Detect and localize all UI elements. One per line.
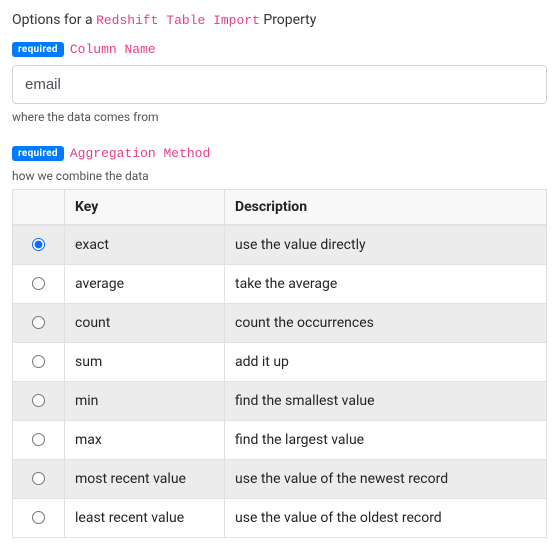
table-cell-description: find the smallest value <box>225 382 547 421</box>
heading-code: Redshift Table Import <box>96 13 260 28</box>
required-badge: required <box>12 42 64 57</box>
table-cell-description: use the value of the newest record <box>225 460 547 499</box>
table-row: countcount the occurrences <box>13 304 547 343</box>
table-header-description: Description <box>225 190 547 226</box>
aggregation-radio[interactable] <box>32 277 45 290</box>
table-row: minfind the smallest value <box>13 382 547 421</box>
table-cell-description: count the occurrences <box>225 304 547 343</box>
aggregation-radio[interactable] <box>32 433 45 446</box>
heading-suffix: Property <box>260 12 316 28</box>
aggregation-label-row: required Aggregation Method <box>12 146 547 161</box>
table-cell-key: min <box>65 382 225 421</box>
column-name-input[interactable] <box>12 65 547 104</box>
table-row: most recent valueuse the value of the ne… <box>13 460 547 499</box>
table-row: maxfind the largest value <box>13 421 547 460</box>
table-header-row: Key Description <box>13 190 547 226</box>
aggregation-help: how we combine the data <box>12 169 547 183</box>
aggregation-radio[interactable] <box>32 355 45 368</box>
table-row: sumadd it up <box>13 343 547 382</box>
table-cell-description: find the largest value <box>225 421 547 460</box>
column-name-help: where the data comes from <box>12 110 547 124</box>
table-row: least recent valueuse the value of the o… <box>13 499 547 538</box>
table-cell-key: count <box>65 304 225 343</box>
aggregation-label: Aggregation Method <box>70 146 210 161</box>
table-cell-radio <box>13 421 65 460</box>
table-cell-key: least recent value <box>65 499 225 538</box>
table-cell-description: add it up <box>225 343 547 382</box>
table-cell-radio <box>13 304 65 343</box>
column-name-label: Column Name <box>70 42 156 57</box>
table-cell-radio <box>13 499 65 538</box>
table-cell-key: sum <box>65 343 225 382</box>
aggregation-table: Key Description exactuse the value direc… <box>12 189 547 538</box>
table-cell-description: use the value directly <box>225 225 547 265</box>
table-cell-key: max <box>65 421 225 460</box>
table-header-radio <box>13 190 65 226</box>
table-cell-description: take the average <box>225 265 547 304</box>
table-cell-description: use the value of the oldest record <box>225 499 547 538</box>
aggregation-radio[interactable] <box>32 472 45 485</box>
required-badge: required <box>12 146 64 161</box>
column-name-label-row: required Column Name <box>12 42 547 57</box>
aggregation-radio[interactable] <box>32 316 45 329</box>
aggregation-radio[interactable] <box>32 394 45 407</box>
aggregation-radio[interactable] <box>32 238 45 251</box>
table-cell-key: exact <box>65 225 225 265</box>
table-cell-radio <box>13 343 65 382</box>
table-cell-radio <box>13 265 65 304</box>
table-cell-key: most recent value <box>65 460 225 499</box>
page-title: Options for a Redshift Table Import Prop… <box>12 12 547 28</box>
table-cell-radio <box>13 382 65 421</box>
table-header-key: Key <box>65 190 225 226</box>
aggregation-radio[interactable] <box>32 511 45 524</box>
table-cell-radio <box>13 225 65 265</box>
table-row: averagetake the average <box>13 265 547 304</box>
table-row: exactuse the value directly <box>13 225 547 265</box>
table-cell-key: average <box>65 265 225 304</box>
heading-prefix: Options for a <box>12 12 96 28</box>
table-cell-radio <box>13 460 65 499</box>
